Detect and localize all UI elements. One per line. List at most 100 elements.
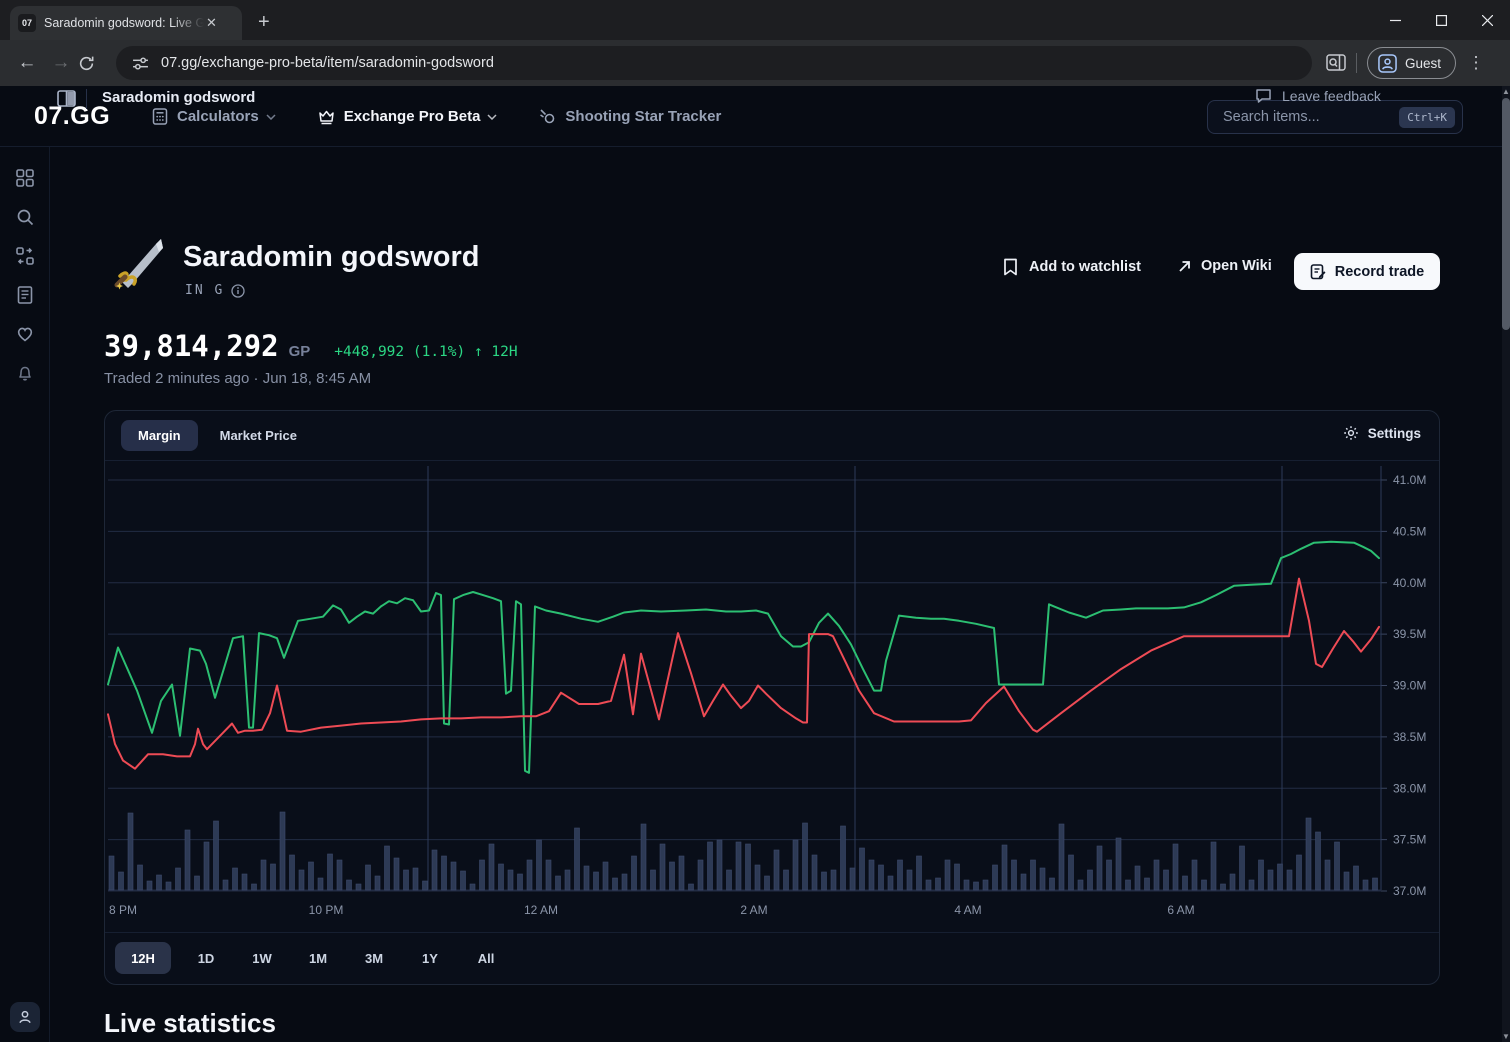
price-currency: GP — [289, 343, 311, 360]
window-maximize-button[interactable] — [1418, 0, 1464, 40]
forward-button[interactable]: → — [44, 52, 78, 74]
range-all[interactable]: All — [465, 942, 507, 974]
range-1d[interactable]: 1D — [185, 942, 227, 974]
tab-margin[interactable]: Margin — [121, 420, 198, 451]
price-chart-card: Margin Market Price Settings 41.0M40.5M4… — [104, 410, 1440, 985]
bookmark-icon — [1003, 258, 1018, 276]
nav-label: Calculators — [177, 108, 259, 125]
watchlist-label: Add to watchlist — [1029, 259, 1141, 275]
split-view-icon[interactable] — [57, 90, 76, 107]
time-range-selector: 12H 1D 1W 1M 3M 1Y All — [115, 942, 507, 974]
guest-profile-button[interactable]: Guest — [1367, 47, 1456, 79]
item-sprite-saradomin-godsword — [108, 236, 166, 294]
svg-text:39.0M: 39.0M — [1393, 679, 1426, 693]
last-traded-text: Traded 2 minutes ago · Jun 18, 8:45 AM — [104, 370, 371, 387]
price-chart[interactable]: 41.0M40.5M40.0M39.5M39.0M38.5M38.0M37.5M… — [105, 461, 1441, 931]
browser-menu-icon[interactable]: ⋮ — [1466, 53, 1486, 73]
price-block: 39,814,292 GP +448,992 (1.1%) ↑ 12H — [104, 329, 518, 363]
search-shortcut-badge: Ctrl+K — [1399, 107, 1455, 128]
gear-icon — [1343, 425, 1359, 441]
crown-icon — [318, 109, 335, 125]
breadcrumb-divider — [86, 89, 87, 109]
svg-text:2 AM: 2 AM — [740, 903, 767, 917]
page-scrollbar[interactable]: ▲ ▼ — [1502, 86, 1510, 1042]
nav-label: Exchange Pro Beta — [344, 108, 481, 125]
left-sidebar — [0, 147, 50, 1042]
compare-swap-icon[interactable] — [16, 247, 34, 265]
site-settings-icon[interactable] — [132, 55, 149, 72]
breadcrumb[interactable]: Saradomin godsword — [102, 89, 255, 106]
new-tab-button[interactable]: + — [258, 12, 270, 32]
range-3m[interactable]: 3M — [353, 942, 395, 974]
calculator-icon — [152, 108, 168, 125]
feedback-label: Leave feedback — [1282, 88, 1381, 104]
nav-shooting-star[interactable]: Shooting Star Tracker — [539, 108, 721, 125]
scroll-down-arrow[interactable]: ▼ — [1502, 1032, 1510, 1041]
record-trade-label: Record trade — [1335, 264, 1424, 280]
window-minimize-button[interactable] — [1372, 0, 1418, 40]
tab-market-price[interactable]: Market Price — [220, 428, 297, 443]
comet-icon — [539, 108, 556, 125]
chart-header: Margin Market Price Settings — [105, 411, 1439, 461]
person-icon — [17, 1009, 33, 1025]
alerts-bell-icon[interactable] — [16, 364, 34, 382]
svg-text:39.5M: 39.5M — [1393, 627, 1426, 641]
settings-label: Settings — [1368, 426, 1421, 441]
tab-close-icon[interactable]: ✕ — [206, 15, 217, 31]
page-title: Saradomin godsword — [183, 241, 479, 274]
close-icon — [1482, 15, 1493, 26]
scrollbar-thumb[interactable] — [1502, 98, 1510, 330]
range-1m[interactable]: 1M — [297, 942, 339, 974]
range-1y[interactable]: 1Y — [409, 942, 451, 974]
guest-avatar-icon — [1378, 54, 1397, 73]
open-wiki-button[interactable]: Open Wiki — [1178, 258, 1272, 274]
side-panel-search-icon[interactable] — [1326, 54, 1346, 72]
notes-list-icon[interactable] — [16, 286, 34, 304]
svg-text:38.5M: 38.5M — [1393, 730, 1426, 744]
chevron-down-icon — [487, 114, 497, 120]
leave-feedback-button[interactable]: Leave feedback — [1255, 88, 1381, 104]
wiki-label: Open Wiki — [1201, 258, 1272, 274]
scroll-up-arrow[interactable]: ▲ — [1502, 87, 1510, 96]
url-bar[interactable]: 07.gg/exchange-pro-beta/item/saradomin-g… — [116, 46, 1312, 80]
item-subtitle-text: IN G — [185, 283, 224, 298]
favorites-heart-icon[interactable] — [16, 325, 34, 343]
search-icon[interactable] — [16, 208, 34, 226]
range-12h[interactable]: 12H — [115, 942, 171, 974]
nav-exchange-pro[interactable]: Exchange Pro Beta — [318, 108, 498, 125]
window-close-button[interactable] — [1464, 0, 1510, 40]
account-button[interactable] — [10, 1002, 40, 1032]
chart-settings-button[interactable]: Settings — [1343, 425, 1421, 441]
add-to-watchlist-button[interactable]: Add to watchlist — [1003, 258, 1141, 276]
browser-toolbar: ← → 07.gg/exchange-pro-beta/item/saradom… — [0, 40, 1510, 86]
reload-button[interactable] — [78, 55, 112, 72]
nav-calculators[interactable]: Calculators — [152, 108, 276, 125]
browser-tab[interactable]: 07 Saradomin godsword: Live GE P ✕ — [10, 6, 242, 40]
back-button[interactable]: ← — [10, 52, 44, 74]
svg-text:8 PM: 8 PM — [109, 903, 137, 917]
record-trade-button[interactable]: Record trade — [1294, 253, 1440, 290]
site-favicon: 07 — [18, 14, 36, 32]
svg-text:38.0M: 38.0M — [1393, 781, 1426, 795]
svg-text:40.0M: 40.0M — [1393, 576, 1426, 590]
feedback-chat-icon — [1255, 88, 1272, 104]
toolbar-divider — [1356, 53, 1357, 73]
external-link-icon — [1178, 260, 1191, 273]
range-1w[interactable]: 1W — [241, 942, 283, 974]
svg-text:6 AM: 6 AM — [1167, 903, 1194, 917]
maximize-icon — [1436, 15, 1447, 26]
search-input[interactable]: Search items... Ctrl+K — [1207, 100, 1463, 134]
url-text: 07.gg/exchange-pro-beta/item/saradomin-g… — [161, 55, 494, 71]
reload-icon — [78, 55, 95, 72]
svg-text:41.0M: 41.0M — [1393, 473, 1426, 487]
dashboard-grid-icon[interactable] — [16, 169, 34, 187]
card-divider — [105, 932, 1439, 933]
chevron-down-icon — [266, 114, 276, 120]
info-icon[interactable] — [231, 284, 245, 298]
site-page: 07.GG Calculators — [0, 86, 1502, 1042]
live-statistics-title: Live statistics — [104, 1008, 276, 1039]
svg-text:12 AM: 12 AM — [524, 903, 558, 917]
svg-text:37.5M: 37.5M — [1393, 833, 1426, 847]
price-change: +448,992 (1.1%) ↑ 12H — [334, 344, 517, 360]
guest-label: Guest — [1405, 56, 1441, 71]
